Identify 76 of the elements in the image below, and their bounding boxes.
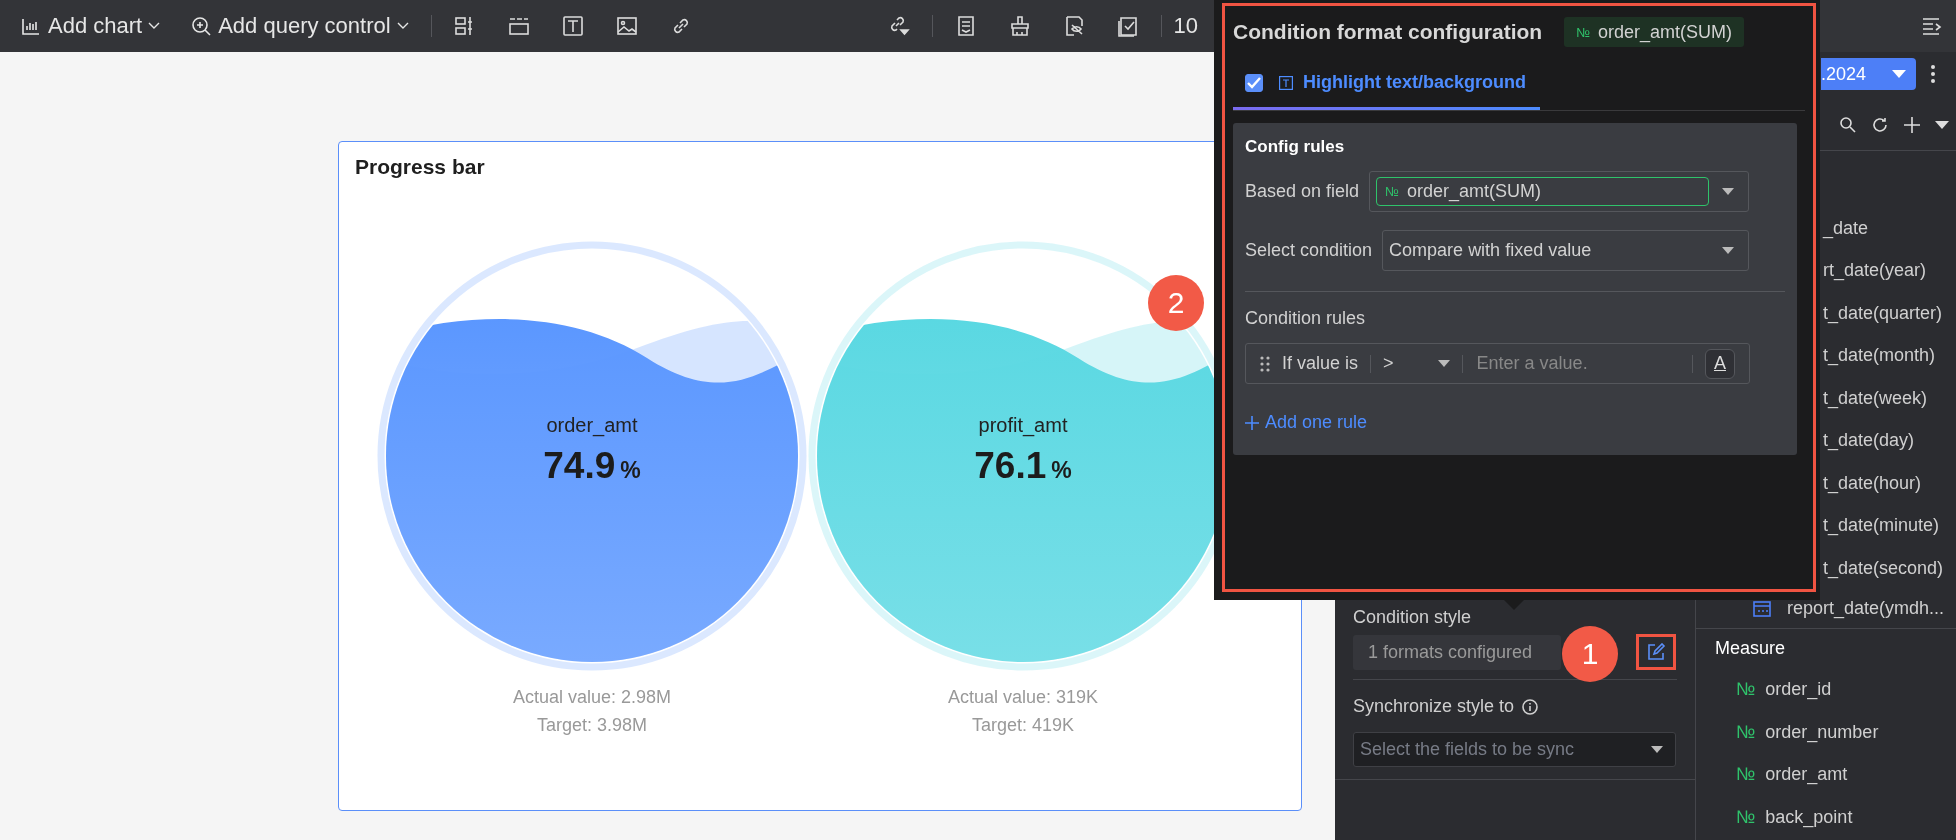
field-item[interactable]: t_date(second) <box>1823 557 1944 579</box>
actual-value: Actual value: 319K <box>947 686 1099 709</box>
date-dropdown[interactable]: .2024 <box>1821 58 1916 90</box>
value-input[interactable]: Enter a value. <box>1474 352 1680 375</box>
field-item[interactable]: t_date(day) <box>1823 430 1915 452</box>
more-icon[interactable] <box>1930 64 1936 84</box>
text-icon <box>1279 75 1293 90</box>
add-query-control-button[interactable]: Add query control <box>190 13 409 39</box>
target-value: Target: 419K <box>971 714 1075 737</box>
tab-icon[interactable] <box>507 15 530 37</box>
number-type-icon: № <box>1736 721 1756 743</box>
field-dropdown[interactable]: № order_amt(SUM) <box>1369 171 1749 212</box>
popup-title: Condition format configuration <box>1233 20 1543 44</box>
section-label: Condition rules <box>1245 308 1366 329</box>
edit-icon[interactable] <box>1646 643 1666 661</box>
plus-icon <box>1245 415 1259 430</box>
number-type-icon: № <box>1736 806 1756 828</box>
caret-icon[interactable] <box>1935 120 1949 130</box>
number-type-icon: № <box>1736 764 1756 786</box>
zoom-level[interactable]: 10 <box>1173 13 1199 39</box>
broom-icon[interactable] <box>1008 15 1031 37</box>
zoom-in-icon[interactable] <box>190 15 213 37</box>
caret-icon <box>1722 246 1734 255</box>
search-icon[interactable] <box>1839 116 1857 134</box>
field-label: Based on field <box>1245 181 1360 202</box>
gauge-percentage: 76.1% <box>974 445 1072 487</box>
field-item[interactable]: rt_date(year) <box>1823 260 1927 282</box>
plus-icon[interactable] <box>1903 116 1921 134</box>
caret-icon <box>1651 745 1663 754</box>
drag-handle-icon[interactable] <box>1260 355 1270 372</box>
gauge-label: profit_amt <box>978 414 1068 437</box>
field-tag: № order_amt(SUM) <box>1564 17 1745 47</box>
chevron-icon <box>148 22 161 30</box>
field-item[interactable]: t_date(hour) <box>1823 472 1922 494</box>
section-label: Condition style <box>1353 607 1473 627</box>
edit-button[interactable] <box>1636 634 1676 670</box>
info-icon <box>1522 698 1539 715</box>
collapse-menu-icon[interactable] <box>1920 15 1942 37</box>
caret-icon <box>1722 187 1734 196</box>
target-value: Target: 3.98M <box>536 714 648 737</box>
add-chart-button[interactable]: Add chart <box>20 13 161 39</box>
condition-style-field: 1 formats configured <box>1353 634 1561 670</box>
field-item[interactable]: order_id <box>1765 679 1832 701</box>
field-item[interactable]: t_date(month) <box>1823 345 1936 367</box>
format-tab[interactable]: Highlight text/background <box>1233 58 1540 110</box>
operator-dropdown[interactable]: > <box>1383 353 1450 374</box>
section-title: Config rules <box>1245 137 1346 157</box>
section-header: Measure <box>1715 638 1786 659</box>
condition-dropdown[interactable]: Compare with fixed value <box>1382 230 1749 271</box>
section-label: Synchronize style to <box>1353 696 1515 717</box>
field-item[interactable]: report_date(ymdh... <box>1787 598 1945 619</box>
field-item[interactable]: back_point <box>1765 806 1853 828</box>
font-color-button[interactable]: A <box>1705 348 1735 379</box>
field-label: Select condition <box>1245 240 1373 261</box>
caret-icon <box>1892 69 1906 79</box>
calendar-icon <box>1753 600 1771 617</box>
refresh-icon[interactable] <box>1871 116 1889 134</box>
checkbox[interactable] <box>1245 73 1263 92</box>
field-item[interactable]: t_date(week) <box>1823 387 1928 409</box>
caret-icon <box>1437 359 1450 368</box>
chevron-icon <box>396 22 409 30</box>
gauge-percentage: 74.9% <box>543 445 641 487</box>
field-item[interactable]: order_amt <box>1765 764 1848 786</box>
checkbox-icon[interactable] <box>1116 15 1139 37</box>
rule-label: If value is <box>1282 353 1359 374</box>
card-title: Progress bar <box>354 154 485 179</box>
number-type-icon: № <box>1736 679 1756 701</box>
field-item[interactable]: _date <box>1823 217 1869 239</box>
text-icon[interactable] <box>561 15 584 37</box>
field-item[interactable]: t_date(minute) <box>1823 515 1940 537</box>
sync-fields-dropdown[interactable]: Select the fields to be sync <box>1353 732 1676 767</box>
actual-value: Actual value: 2.98M <box>512 686 672 709</box>
image-icon[interactable] <box>615 15 638 37</box>
field-item[interactable]: order_number <box>1765 721 1879 743</box>
field-item[interactable]: t_date(quarter) <box>1823 302 1943 324</box>
gauge-label: order_amt <box>546 414 638 437</box>
